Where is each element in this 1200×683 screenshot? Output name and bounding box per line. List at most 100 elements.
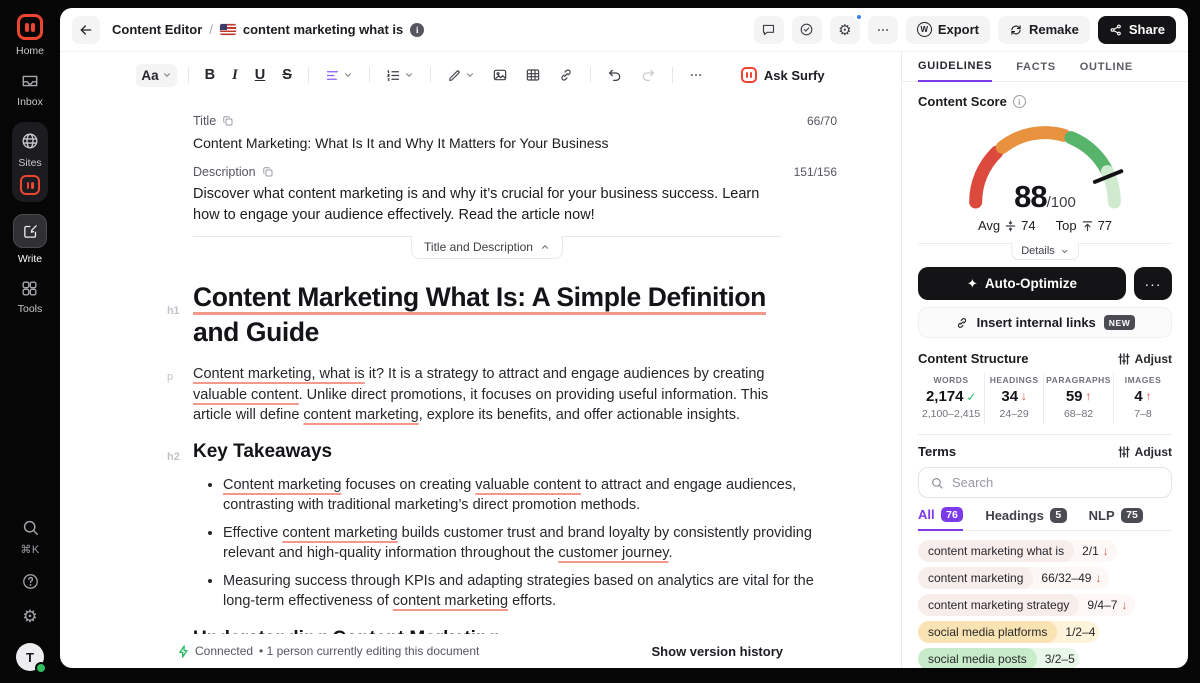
globe-icon — [20, 131, 40, 151]
editor-content[interactable]: Title 66/70 Content Marketing: What Is I… — [60, 98, 901, 634]
terms-adjust-button[interactable]: Adjust — [1118, 445, 1172, 459]
sites-group[interactable]: Sites — [12, 122, 47, 202]
content-score-max: /100 — [1047, 194, 1076, 211]
export-button[interactable]: W Export — [906, 16, 990, 44]
document-info-icon[interactable]: i — [410, 23, 424, 37]
term-highlight: Content marketing, what is — [193, 366, 365, 382]
content-score-info-icon[interactable]: i — [1013, 95, 1026, 108]
term-highlight: valuable content — [193, 387, 299, 403]
sidebar-item-write[interactable]: Write — [13, 214, 47, 265]
title-field[interactable]: Title 66/70 Content Marketing: What Is I… — [193, 114, 837, 153]
term-chip[interactable]: content marketing what is2/1↓ — [918, 540, 1117, 562]
tab-guidelines[interactable]: GUIDELINES — [918, 52, 992, 82]
sidebar-item-home[interactable]: Home — [16, 14, 44, 57]
document-h2-understanding[interactable]: h2 Understanding Content Marketing — [193, 626, 781, 635]
document-h1[interactable]: h1 Content Marketing What Is: A Simple D… — [193, 280, 781, 350]
bullet-item[interactable]: Content marketing focuses on creating va… — [223, 475, 837, 516]
tab-outline[interactable]: OUTLINE — [1080, 52, 1133, 81]
text-style-dropdown[interactable]: Aa — [136, 64, 176, 87]
term-highlight: Content Marketing — [332, 628, 499, 635]
tab-facts[interactable]: FACTS — [1016, 52, 1056, 81]
italic-button[interactable]: I — [227, 63, 243, 88]
guidelines-settings-button[interactable]: ⚙ — [830, 16, 860, 44]
search-icon[interactable] — [21, 518, 40, 537]
bullet-item[interactable]: Effective content marketing builds custo… — [223, 523, 837, 564]
document-paragraph[interactable]: p Content marketing, what is it? It is a… — [193, 364, 781, 426]
document-h2-key-takeaways[interactable]: h2 Key Takeaways — [193, 439, 781, 464]
share-button[interactable]: Share — [1098, 16, 1176, 44]
sidebar-item-label: Home — [16, 45, 44, 57]
description-field[interactable]: Description 151/156 Discover what conten… — [193, 165, 837, 226]
connected-bolt-icon — [178, 645, 189, 658]
text-segment: and Guide — [193, 317, 319, 347]
collapse-title-description-button[interactable]: Title and Description — [411, 236, 563, 259]
tasks-button[interactable] — [792, 16, 822, 44]
bold-button[interactable]: B — [200, 63, 220, 87]
terms-search[interactable] — [918, 467, 1172, 498]
insert-internal-links-button[interactable]: Insert internal links NEW — [918, 307, 1172, 338]
toolbar-more-button[interactable] — [684, 64, 708, 86]
terms-tab-nlp[interactable]: NLP 75 — [1089, 507, 1144, 530]
term-chip[interactable]: content marketing strategy9/4–7↓ — [918, 594, 1135, 616]
structure-adjust-button[interactable]: Adjust — [1118, 352, 1172, 366]
remake-button[interactable]: Remake — [998, 16, 1090, 44]
terms-tab-headings[interactable]: Headings 5 — [985, 507, 1066, 530]
sidebar-item-inbox[interactable]: Inbox — [17, 71, 43, 108]
list-dropdown[interactable] — [381, 64, 419, 87]
header-more-button[interactable] — [868, 16, 898, 44]
user-avatar[interactable]: T — [16, 643, 44, 671]
copy-icon[interactable] — [262, 166, 274, 178]
align-dropdown[interactable] — [320, 64, 358, 87]
term-chip[interactable]: content marketing66/32–49↓ — [918, 567, 1109, 589]
avatar-status-dot — [35, 662, 47, 674]
auto-optimize-button[interactable]: ✦ Auto-Optimize — [918, 267, 1126, 300]
highlighter-dropdown[interactable] — [442, 64, 480, 87]
document-bullet-list[interactable]: Content marketing focuses on creating va… — [193, 475, 837, 612]
sidebar-item-label: Inbox — [17, 96, 43, 108]
text-segment: focuses on creating — [341, 477, 475, 493]
term-chip[interactable]: social media posts3/2–5 — [918, 648, 1079, 668]
gear-icon: ⚙ — [838, 21, 851, 39]
surfer-site-icon — [20, 175, 40, 195]
arrow-up-icon: ↑ — [1146, 391, 1152, 403]
image-button[interactable] — [487, 63, 513, 87]
title-value[interactable]: Content Marketing: What Is It and Why It… — [193, 133, 781, 153]
term-chip[interactable]: social media platforms1/2–4 — [918, 621, 1099, 643]
terms-search-input[interactable] — [952, 475, 1160, 490]
help-icon[interactable] — [21, 572, 40, 591]
term-highlight: content marketing — [303, 407, 418, 423]
breadcrumb-document[interactable]: content marketing what is — [243, 22, 403, 37]
link-button[interactable] — [553, 63, 579, 87]
chevron-down-icon — [1060, 247, 1069, 256]
content-score-gauge: 88/100 — [956, 111, 1134, 215]
copy-icon[interactable] — [222, 115, 234, 127]
bullet-item[interactable]: Measuring success through KPIs and adapt… — [223, 571, 837, 612]
back-button[interactable] — [72, 16, 100, 44]
inbox-icon — [20, 71, 40, 91]
terms-tab-all[interactable]: All 76 — [918, 507, 963, 531]
ask-surfy-button[interactable]: Ask Surfy — [741, 67, 825, 83]
table-button[interactable] — [520, 63, 546, 87]
editing-label: • 1 person currently editing this docume… — [259, 644, 479, 658]
text-segment: Understanding — [193, 628, 332, 635]
undo-button[interactable] — [602, 63, 628, 87]
app-sidebar: Home Inbox Sites Write Tools ⌘K — [0, 0, 60, 683]
optimize-more-button[interactable]: ··· — [1134, 267, 1172, 300]
comments-button[interactable] — [754, 16, 784, 44]
redo-button[interactable] — [635, 63, 661, 87]
strikethrough-button[interactable]: S — [277, 63, 297, 87]
sidebar-item-tools[interactable]: Tools — [18, 279, 43, 315]
content-structure-stats: WORDS 2,174✓ 2,100–2,415 HEADINGS 34↓ 24… — [918, 373, 1172, 424]
description-value[interactable]: Discover what content marketing is and w… — [193, 184, 781, 226]
details-button[interactable]: Details — [1011, 243, 1079, 260]
show-version-history-button[interactable]: Show version history — [652, 644, 783, 659]
arrow-down-icon: ↓ — [1021, 391, 1027, 403]
us-flag-icon — [220, 24, 236, 35]
check-icon: ✓ — [967, 390, 977, 404]
breadcrumb-root[interactable]: Content Editor — [112, 22, 202, 37]
settings-gear-icon[interactable]: ⚙ — [22, 607, 37, 627]
arrow-up-icon: ↑ — [1086, 391, 1092, 403]
underline-button[interactable]: U — [250, 63, 270, 87]
share-icon — [1109, 23, 1123, 37]
block-tag: h2 — [167, 445, 180, 470]
